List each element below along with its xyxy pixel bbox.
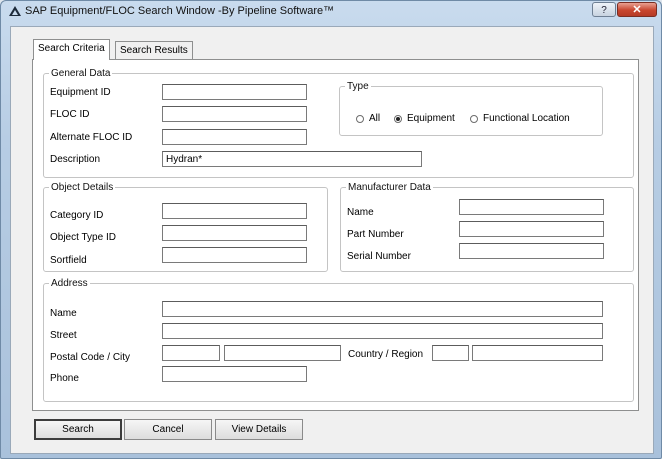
cancel-button[interactable]: Cancel — [124, 419, 212, 440]
part-number-label: Part Number — [347, 229, 404, 240]
search-button[interactable]: Search — [34, 419, 122, 440]
search-criteria-panel: General Data Equipment ID FLOC ID Altern… — [32, 59, 639, 411]
country-region-label: Country / Region — [348, 349, 424, 360]
description-label: Description — [50, 154, 101, 165]
street-input[interactable] — [162, 323, 603, 339]
type-group: Type — [339, 81, 603, 136]
equipment-id-input[interactable] — [162, 84, 307, 100]
view-details-button[interactable]: View Details — [215, 419, 303, 440]
category-id-label: Category ID — [50, 210, 104, 221]
address-name-label: Name — [50, 308, 77, 319]
object-type-id-input[interactable] — [162, 225, 307, 241]
app-window: SAP Equipment/FLOC Search Window -By Pip… — [0, 0, 662, 459]
help-button[interactable]: ? — [592, 2, 616, 17]
type-equipment-label: Equipment — [407, 113, 455, 124]
address-legend: Address — [51, 278, 88, 289]
phone-input[interactable] — [162, 366, 307, 382]
floc-id-label: FLOC ID — [50, 109, 90, 120]
equipment-id-label: Equipment ID — [50, 87, 111, 98]
type-equipment-radio[interactable] — [394, 115, 402, 123]
description-input[interactable] — [162, 151, 422, 167]
country-input[interactable] — [432, 345, 469, 361]
type-functional-location-label: Functional Location — [483, 113, 570, 124]
floc-id-input[interactable] — [162, 106, 307, 122]
object-details-legend: Object Details — [51, 182, 114, 193]
street-label: Street — [50, 330, 77, 341]
postal-city-label: Postal Code / City — [50, 352, 131, 363]
type-functional-location-radio[interactable] — [470, 115, 478, 123]
title-bar[interactable]: SAP Equipment/FLOC Search Window -By Pip… — [1, 1, 661, 23]
city-input[interactable] — [224, 345, 341, 361]
close-button[interactable]: ✕ — [617, 2, 657, 17]
type-all-label: All — [369, 113, 381, 124]
serial-number-label: Serial Number — [347, 251, 411, 262]
window-title: SAP Equipment/FLOC Search Window -By Pip… — [25, 5, 335, 17]
tab-search-criteria[interactable]: Search Criteria — [33, 39, 110, 60]
app-logo-icon — [9, 6, 21, 16]
type-all-radio[interactable] — [356, 115, 364, 123]
general-data-legend: General Data — [51, 68, 111, 79]
tab-search-results[interactable]: Search Results — [115, 41, 193, 59]
category-id-input[interactable] — [162, 203, 307, 219]
client-area: Search Criteria Search Results General D… — [10, 26, 654, 454]
phone-label: Phone — [50, 373, 79, 384]
object-type-id-label: Object Type ID — [50, 232, 116, 243]
alternate-floc-id-input[interactable] — [162, 129, 307, 145]
part-number-input[interactable] — [459, 221, 604, 237]
manufacturer-name-label: Name — [347, 207, 374, 218]
type-legend: Type — [347, 81, 369, 92]
sortfield-label: Sortfield — [50, 255, 87, 266]
alternate-floc-id-label: Alternate FLOC ID — [50, 132, 133, 143]
manufacturer-name-input[interactable] — [459, 199, 604, 215]
address-group: Address — [43, 278, 634, 402]
sortfield-input[interactable] — [162, 247, 307, 263]
address-name-input[interactable] — [162, 301, 603, 317]
serial-number-input[interactable] — [459, 243, 604, 259]
manufacturer-data-legend: Manufacturer Data — [348, 182, 431, 193]
region-input[interactable] — [472, 345, 603, 361]
postal-code-input[interactable] — [162, 345, 220, 361]
